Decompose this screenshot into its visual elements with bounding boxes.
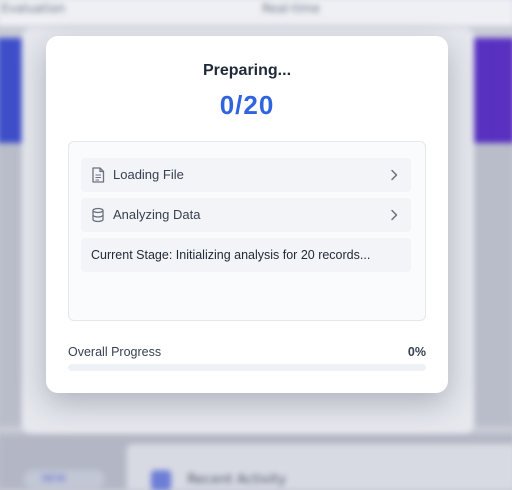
background-topbar-status: Real-time [262, 1, 320, 16]
chevron-right-icon [391, 209, 398, 221]
overall-progress-bar [68, 364, 426, 371]
background-pill: NEW [23, 470, 105, 489]
progress-counter: 0/20 [219, 90, 275, 120]
background-card [126, 443, 512, 490]
chevron-right-icon [391, 169, 398, 181]
stage-item-loading-file[interactable]: Loading File [81, 158, 411, 192]
overall-progress-label: Overall Progress [68, 345, 162, 359]
progress-modal: Preparing... 0/20 Loading File Analyzing… [46, 36, 448, 393]
modal-title: Preparing... [202, 62, 292, 79]
stage-label: Loading File [113, 167, 184, 182]
background-card-label: Recent Activity [187, 472, 286, 488]
current-stage-box: Current Stage: Initializing analysis for… [81, 238, 411, 272]
stages-panel: Loading File Analyzing Data Current Stag… [68, 141, 426, 321]
current-stage-text: Current Stage: Initializing analysis for… [91, 248, 371, 262]
stage-label: Analyzing Data [113, 207, 201, 222]
activity-icon [150, 470, 172, 490]
background-topbar-title: Evaluation [1, 1, 66, 16]
overall-progress-percent: 0% [407, 345, 426, 359]
file-icon [92, 167, 105, 183]
background-bottom-area: NEW Recent Activity [0, 433, 512, 490]
background-topbar: Evaluation Real-time [0, 0, 512, 26]
database-icon [92, 207, 104, 223]
background-pill-label: NEW [41, 473, 66, 485]
stage-item-analyzing-data[interactable]: Analyzing Data [81, 198, 411, 232]
